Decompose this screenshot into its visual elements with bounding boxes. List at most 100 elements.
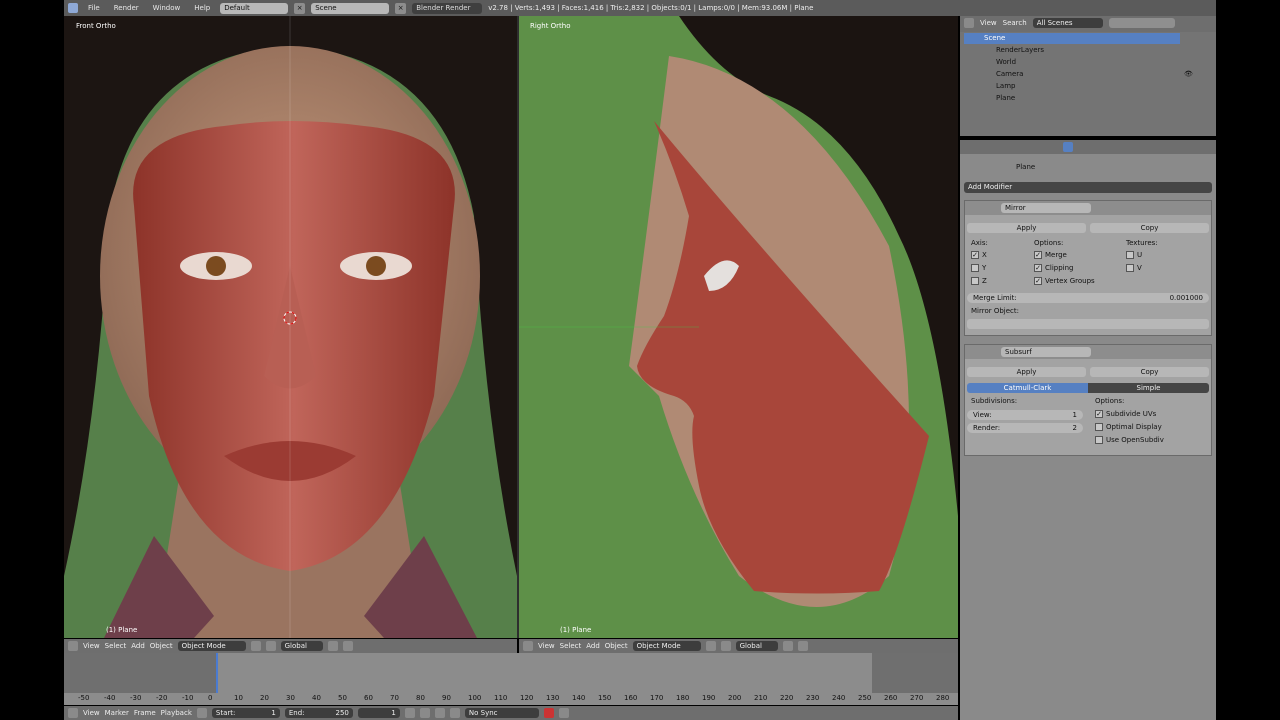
timeline-tick: 270 (910, 694, 924, 702)
sync-select[interactable]: No Sync (464, 708, 539, 718)
orientation-select[interactable]: Global (280, 641, 323, 651)
snap-icon[interactable] (342, 641, 353, 651)
jump-start-icon[interactable] (404, 708, 415, 718)
mirror-copy-button[interactable]: Copy (1090, 223, 1209, 233)
outliner-item-scene[interactable]: Scene (964, 33, 1180, 44)
render-levels-field[interactable]: Render: 2 (967, 423, 1083, 433)
timeline-editor-icon[interactable] (68, 708, 78, 718)
subsurf-name-field[interactable]: Subsurf (1001, 347, 1091, 357)
outliner-item-world[interactable]: World (996, 57, 1016, 68)
timeline-tick: 140 (572, 694, 586, 702)
texture-u-checkbox[interactable] (1126, 251, 1134, 259)
menu-view[interactable]: View (83, 642, 100, 650)
timeline-tick: 180 (676, 694, 690, 702)
pivot-icon[interactable] (265, 641, 276, 651)
view-levels-label: View: (973, 411, 992, 419)
end-frame-field[interactable]: End: 250 (284, 708, 353, 718)
texture-v-checkbox[interactable] (1126, 264, 1134, 272)
subdivisions-label: Subdivisions: (971, 397, 1018, 405)
menu-file[interactable]: File (84, 4, 104, 12)
outliner-menu-search[interactable]: Search (1003, 19, 1027, 27)
snap-icon[interactable] (797, 641, 808, 651)
use-opensubdiv-checkbox[interactable] (1095, 436, 1103, 444)
merge-limit-field[interactable]: Merge Limit: 0.001000 (967, 293, 1209, 303)
clipping-checkbox[interactable]: ✓ (1034, 264, 1042, 272)
timeline-menu-playback[interactable]: Playback (161, 709, 192, 717)
menu-add[interactable]: Add (586, 642, 600, 650)
add-modifier-select[interactable]: Add Modifier (964, 182, 1212, 193)
menu-select[interactable]: Select (560, 642, 582, 650)
timeline-tick: -20 (156, 694, 168, 702)
keying-set-icon[interactable] (558, 708, 569, 718)
mode-select[interactable]: Object Mode (177, 641, 246, 651)
start-frame-value: 1 (271, 709, 276, 717)
timeline-tick: 60 (364, 694, 373, 702)
outliner-item-renderlayers[interactable]: RenderLayers (996, 45, 1044, 56)
layout-close-icon[interactable]: × (294, 2, 306, 14)
menu-object[interactable]: Object (150, 642, 173, 650)
orientation-select[interactable]: Global (735, 641, 778, 651)
outliner-item-lamp[interactable]: Lamp (996, 81, 1015, 92)
mirror-object-field[interactable] (967, 319, 1209, 329)
outliner-search-input[interactable] (1108, 18, 1175, 28)
record-icon[interactable] (543, 708, 554, 718)
menu-add[interactable]: Add (131, 642, 145, 650)
timeline-menu-view[interactable]: View (83, 709, 100, 717)
editor-type-icon[interactable] (68, 641, 78, 651)
optimal-display-checkbox[interactable] (1095, 423, 1103, 431)
editor-type-icon[interactable] (523, 641, 533, 651)
vertex-groups-checkbox[interactable]: ✓ (1034, 277, 1042, 285)
start-frame-field[interactable]: Start: 1 (211, 708, 280, 718)
shading-icon[interactable] (250, 641, 261, 651)
tab-simple[interactable]: Simple (1088, 383, 1209, 393)
outliner-filter-select[interactable]: All Scenes (1032, 18, 1103, 28)
scene-field[interactable]: Scene (311, 2, 390, 14)
mirror-apply-button[interactable]: Apply (967, 223, 1086, 233)
front-viewport[interactable]: Front Ortho (1) Plane (64, 16, 517, 638)
timeline-menu-frame[interactable]: Frame (134, 709, 156, 717)
merge-checkbox[interactable]: ✓ (1034, 251, 1042, 259)
visibility-eye-icon[interactable]: 👁 (1184, 70, 1208, 104)
info-editor-icon[interactable] (68, 3, 78, 13)
menu-select[interactable]: Select (105, 642, 127, 650)
timeline-tick: 130 (546, 694, 560, 702)
wrench-tab-icon[interactable] (1063, 142, 1073, 152)
range-icon[interactable] (196, 708, 207, 718)
timeline-tick: 80 (416, 694, 425, 702)
play-reverse-icon[interactable] (419, 708, 430, 718)
side-viewport[interactable]: Right Ortho (1) Plane (519, 16, 958, 638)
layers-icon[interactable] (327, 641, 338, 651)
tab-catmull-clark[interactable]: Catmull-Clark (967, 383, 1088, 393)
subsurf-apply-button[interactable]: Apply (967, 367, 1086, 377)
menu-view[interactable]: View (538, 642, 555, 650)
layers-icon[interactable] (782, 641, 793, 651)
outliner-item-plane[interactable]: Plane (996, 93, 1015, 104)
menu-render[interactable]: Render (110, 4, 143, 12)
menu-window[interactable]: Window (149, 4, 185, 12)
mode-select[interactable]: Object Mode (632, 641, 701, 651)
pivot-icon[interactable] (720, 641, 731, 651)
axis-y-checkbox[interactable] (971, 264, 979, 272)
shading-icon[interactable] (705, 641, 716, 651)
axis-z-checkbox[interactable] (971, 277, 979, 285)
jump-end-icon[interactable] (449, 708, 460, 718)
screen-layout-field[interactable]: Default (220, 2, 289, 14)
menu-object[interactable]: Object (605, 642, 628, 650)
timeline-area[interactable]: -50 -40 -30 -20 -10 0 10 20 30 40 50 60 70 80 90 100 110… (64, 653, 958, 705)
outliner-item-camera[interactable]: Camera (996, 69, 1023, 80)
axis-x-checkbox[interactable]: ✓ (971, 251, 979, 259)
subsurf-copy-button[interactable]: Copy (1090, 367, 1209, 377)
outliner-menu-view[interactable]: View (980, 19, 997, 27)
outliner-editor-icon[interactable] (964, 18, 974, 28)
view-levels-field[interactable]: View: 1 (967, 410, 1083, 420)
mirror-name-field[interactable]: Mirror (1001, 203, 1091, 213)
optimal-display-label: Optimal Display (1106, 423, 1162, 431)
render-engine-select[interactable]: Blender Render (412, 2, 483, 14)
play-icon[interactable] (434, 708, 445, 718)
scene-close-icon[interactable]: × (395, 2, 407, 14)
subdivide-uvs-label: Subdivide UVs (1106, 410, 1157, 418)
menu-help[interactable]: Help (190, 4, 214, 12)
timeline-menu-marker[interactable]: Marker (105, 709, 129, 717)
current-frame-field[interactable]: 1 (357, 708, 400, 718)
subdivide-uvs-checkbox[interactable]: ✓ (1095, 410, 1103, 418)
